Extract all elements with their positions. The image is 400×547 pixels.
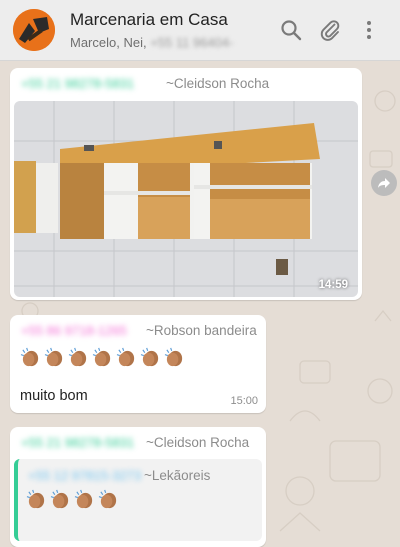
quote-phone: +55 12 97815-3273 bbox=[28, 468, 142, 483]
photo-timestamp: 14:59 bbox=[318, 279, 348, 291]
cabinet-photo[interactable]: 14:59 bbox=[14, 101, 358, 297]
quoted-message[interactable]: +55 12 97815-3273 ~Lekãoreis bbox=[14, 459, 262, 541]
group-avatar[interactable] bbox=[13, 9, 55, 51]
clapping-hands-icon bbox=[20, 347, 39, 367]
message-timestamp: 15:00 bbox=[230, 395, 258, 407]
sender-phone[interactable]: +55 21 98278-5831 bbox=[21, 435, 134, 450]
chat-title: Marcenaria em Casa bbox=[70, 10, 228, 29]
clapping-hands-icon bbox=[68, 347, 87, 367]
clapping-hands-icon bbox=[164, 347, 183, 367]
chat-header[interactable]: Marcenaria em Casa Marcelo, Nei, +55 11 … bbox=[0, 0, 400, 61]
paperclip-icon[interactable] bbox=[318, 18, 342, 42]
clapping-hands-icon bbox=[140, 347, 159, 367]
clapping-hands-icon bbox=[98, 489, 117, 509]
participants-phone: +55 11 96404- bbox=[150, 35, 234, 50]
menu-icon[interactable] bbox=[357, 18, 381, 42]
clapping-hands-icon bbox=[44, 347, 63, 367]
message-body: muito bom bbox=[20, 388, 88, 404]
message-photo[interactable]: +55 21 98278-5831 ~Cleidson Rocha 14:59 bbox=[10, 68, 362, 300]
quote-clap-emoji-row bbox=[26, 489, 119, 510]
sender-name: ~Robson bandeira bbox=[146, 323, 257, 338]
clap-emoji-row bbox=[20, 347, 185, 368]
clapping-hands-icon bbox=[74, 489, 93, 509]
quote-name: ~Lekãoreis bbox=[144, 468, 211, 483]
sender-phone[interactable]: +55 86 9718-1265 bbox=[21, 323, 127, 338]
forward-button[interactable] bbox=[371, 170, 397, 196]
sender-name: ~Cleidson Rocha bbox=[166, 76, 270, 91]
clapping-hands-icon bbox=[50, 489, 69, 509]
chat-participants: Marcelo, Nei, +55 11 96404- bbox=[70, 35, 233, 50]
participants-names: Marcelo, Nei, bbox=[70, 35, 147, 50]
message-reply[interactable]: +55 21 98278-5831 ~Cleidson Rocha +55 12… bbox=[10, 427, 266, 547]
clapping-hands-icon bbox=[116, 347, 135, 367]
search-icon[interactable] bbox=[279, 18, 303, 42]
sender-phone[interactable]: +55 21 98278-5831 bbox=[21, 76, 134, 91]
clapping-hands-icon bbox=[92, 347, 111, 367]
forward-icon bbox=[378, 178, 390, 188]
sender-name: ~Cleidson Rocha bbox=[146, 435, 250, 450]
clapping-hands-icon bbox=[26, 489, 45, 509]
message-text[interactable]: +55 86 9718-1265 ~Robson bandeira muito … bbox=[10, 315, 266, 413]
